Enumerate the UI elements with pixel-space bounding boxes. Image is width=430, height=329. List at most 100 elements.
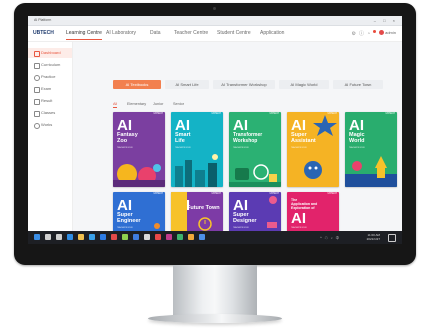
system-tray-icons[interactable]: ^ ☁ ♪ 中 [320,235,340,240]
monitor-stand-base [148,314,282,323]
sidebar-item-label: Dashboard [41,50,61,55]
task-view-icon[interactable] [56,234,62,240]
sidebar-item-works[interactable]: Works [28,120,72,130]
sidebar-item-classes[interactable]: Classes [28,108,72,118]
practice-icon [34,75,40,81]
sidebar-item-label: Practice [41,74,56,79]
user-menu[interactable]: admin [379,30,396,36]
avatar [379,30,385,36]
magic-castle-illustration [345,156,397,187]
tab-ai-smart-life[interactable]: AI Smart Life [165,80,209,89]
book-ai-mark: AI [175,117,190,134]
book-card-fantasy-zoo[interactable]: UBTECH AI Fantasy Zoo TEACHER'S BOOK [113,112,165,187]
webcam [213,7,216,10]
monitor-screen: AI Platform – □ × UBTECH Learning Centre… [28,16,402,244]
monitor-bezel: AI Platform – □ × UBTECH Learning Centre… [14,3,416,265]
app-icon[interactable] [155,234,161,240]
gear-pattern-illustration [154,223,160,229]
app-icon[interactable] [177,234,183,240]
book-subtitle: TEACHER'S BOOK [349,147,365,149]
nav-data[interactable]: Data [150,30,161,36]
start-icon[interactable] [34,234,40,240]
os-taskbar: ^ ☁ ♪ 中 11:00 AM 2021/1/27 [28,231,402,244]
media-icon[interactable] [111,234,117,240]
book-card-smart-life[interactable]: UBTECH AI Smart Life TEACHER'S BOOK [171,112,223,187]
book-brand: UBTECH [385,113,395,115]
sidebar-item-result[interactable]: Result [28,96,72,106]
taskbar-clock[interactable]: 11:00 AM 2021/1/27 [367,233,380,241]
top-navigation: UBTECH Learning Centre AI Laboratory Dat… [28,26,402,42]
tab-ai-transformer-workshop[interactable]: AI Transformer Workshop [213,80,275,89]
book-brand: UBTECH [269,113,279,115]
nav-learning-centre[interactable]: Learning Centre [66,30,102,40]
monitor-stand-neck [173,265,257,317]
nav-application[interactable]: Application [260,30,284,36]
tab-ai-textbooks[interactable]: AI Textbooks [113,80,161,89]
cartoon-animals-illustration [113,164,165,187]
sidebar-item-label: Works [41,122,53,127]
city-skyline-illustration [175,154,218,187]
sidebar-item-label: Result [41,98,53,103]
curriculum-icon [34,63,40,69]
dashboard-icon [34,51,40,57]
store-icon[interactable] [89,234,95,240]
settings-icon[interactable]: ⚙ [351,31,358,37]
filter-all[interactable]: All [113,102,118,108]
nav-teacher-centre[interactable]: Teacher Centre [174,30,208,36]
filter-senior[interactable]: Senior [173,102,184,106]
app-icon[interactable] [144,234,150,240]
book-card-super-assistant[interactable]: UBTECH AI Super Assistant TEACHER'S BOOK [287,112,339,187]
app-icon[interactable] [166,234,172,240]
mail-icon[interactable] [100,234,106,240]
clock-illustration [171,192,212,232]
design-shapes-illustration [267,196,277,228]
notification-icon[interactable]: ◔ [367,30,376,37]
exam-icon [34,87,40,93]
edge-icon[interactable] [67,234,73,240]
sidebar-item-curriculum[interactable]: Curriculum [28,60,72,70]
sidebar-item-label: Classes [41,110,56,115]
book-title: Fantasy Zoo [117,132,138,144]
app-icon[interactable] [199,234,205,240]
works-icon [34,123,40,129]
filter-elementary[interactable]: Elementary [127,102,146,106]
app-icon[interactable] [188,234,194,240]
book-card-transformer-workshop[interactable]: UBTECH AI Transformer Workshop TEACHER'S… [229,112,281,187]
sidebar-item-dashboard[interactable]: Dashboard [28,48,72,58]
help-icon[interactable]: ⓘ [359,31,367,37]
settings-icon[interactable] [122,234,128,240]
star-robot-illustration [304,115,337,179]
filter-junior[interactable]: Junior [153,102,163,106]
book-title: Transformer Workshop [233,132,263,144]
result-icon [34,99,40,105]
window-titlebar: AI Platform – □ × [28,16,402,26]
nav-ai-laboratory[interactable]: AI Laboratory [106,30,136,36]
main-content: AI Textbooks AI Smart Life AI Transforme… [73,42,402,244]
book-subtitle: TEACHER'S BOOK [175,147,191,149]
action-center-icon[interactable] [388,234,396,242]
book-ai-mark: AI [349,117,364,134]
classes-icon [34,111,40,117]
book-ai-mark: AI [117,197,132,214]
window-title: AI Platform [34,18,52,22]
book-brand: UBTECH [211,113,221,115]
sidebar-item-practice[interactable]: Practice [28,72,72,82]
app-icon[interactable] [133,234,139,240]
nav-student-centre[interactable]: Student Centre [217,30,251,36]
notification-badge [373,30,376,33]
book-card-magic-world[interactable]: UBTECH AI Magic World TEACHER'S BOOK [345,112,397,187]
book-brand: UBTECH [327,193,337,195]
book-subtitle: TEACHER'S BOOK [291,227,307,229]
tab-ai-magic-world[interactable]: AI Magic World [279,80,329,89]
explorer-icon[interactable] [78,234,84,240]
search-icon[interactable] [45,234,51,240]
sidebar-item-exam[interactable]: Exam [28,84,72,94]
sidebar-item-label: Exam [41,86,52,91]
book-ai-mark: AI [117,117,132,134]
user-name: admin [385,30,396,35]
book-ai-mark: AI [291,210,306,227]
header-icons: ⚙ⓘ◔ [351,30,376,37]
tab-ai-future-town[interactable]: AI Future Town [333,80,383,89]
window-controls[interactable]: – □ × [374,16,398,25]
robot-tools-illustration [229,164,281,187]
